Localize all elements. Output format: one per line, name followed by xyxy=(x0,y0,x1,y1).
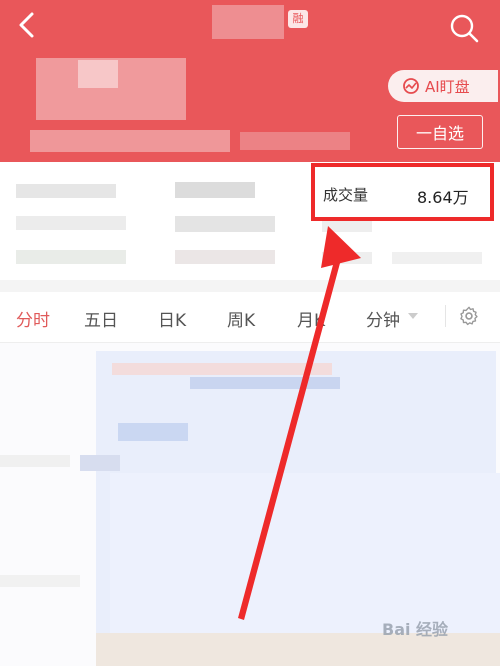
blurred-price-line-3 xyxy=(118,423,188,441)
blurred-stats-left-3 xyxy=(16,250,126,264)
blurred-stats-mid xyxy=(175,182,255,198)
chevron-down-icon[interactable] xyxy=(408,313,418,319)
blurred-title xyxy=(212,5,284,39)
blurred-price-line xyxy=(112,363,332,375)
blurred-price-line-2 xyxy=(190,377,340,389)
tab-separator xyxy=(445,305,446,327)
blurred-stats-left-2 xyxy=(16,216,126,230)
baidu-watermark: Bai 经验 xyxy=(382,620,449,639)
blurred-stats-left xyxy=(16,184,116,198)
tab-five-day[interactable]: 五日 xyxy=(84,306,118,331)
blurred-stats-mid-2 xyxy=(175,216,275,232)
blurred-price-block xyxy=(78,60,118,88)
ai-gauge-icon xyxy=(403,78,419,94)
tab-minute[interactable]: 分钟 xyxy=(366,306,400,331)
blurred-axis-label-2 xyxy=(0,575,80,587)
tab-intraday[interactable]: 分时 xyxy=(16,306,50,331)
blurred-stats-mid-3 xyxy=(175,250,275,264)
tab-monthly-k[interactable]: 月K xyxy=(297,306,325,331)
blurred-stats-right-2 xyxy=(322,220,372,232)
margin-trading-tag: 融 xyxy=(288,10,308,28)
section-divider xyxy=(0,280,500,292)
blurred-change-extra xyxy=(240,132,350,150)
blurred-axis-label xyxy=(0,455,70,467)
ai-watch-label: AI盯盘 xyxy=(425,77,470,96)
blurred-stats-right-4 xyxy=(392,252,482,264)
volume-highlight-box xyxy=(311,163,494,221)
tab-weekly-k[interactable]: 周K xyxy=(227,306,255,331)
ai-watch-button[interactable]: AI盯盘 xyxy=(388,70,498,102)
blurred-stats-right-3 xyxy=(322,252,372,264)
search-icon[interactable] xyxy=(448,12,480,44)
back-arrow-icon[interactable] xyxy=(12,10,42,40)
add-watchlist-button[interactable]: 一自选 xyxy=(397,115,483,149)
blurred-price-line-4 xyxy=(80,455,120,471)
gear-icon[interactable] xyxy=(458,305,480,327)
blurred-change xyxy=(30,130,230,152)
tab-daily-k[interactable]: 日K xyxy=(158,306,186,331)
